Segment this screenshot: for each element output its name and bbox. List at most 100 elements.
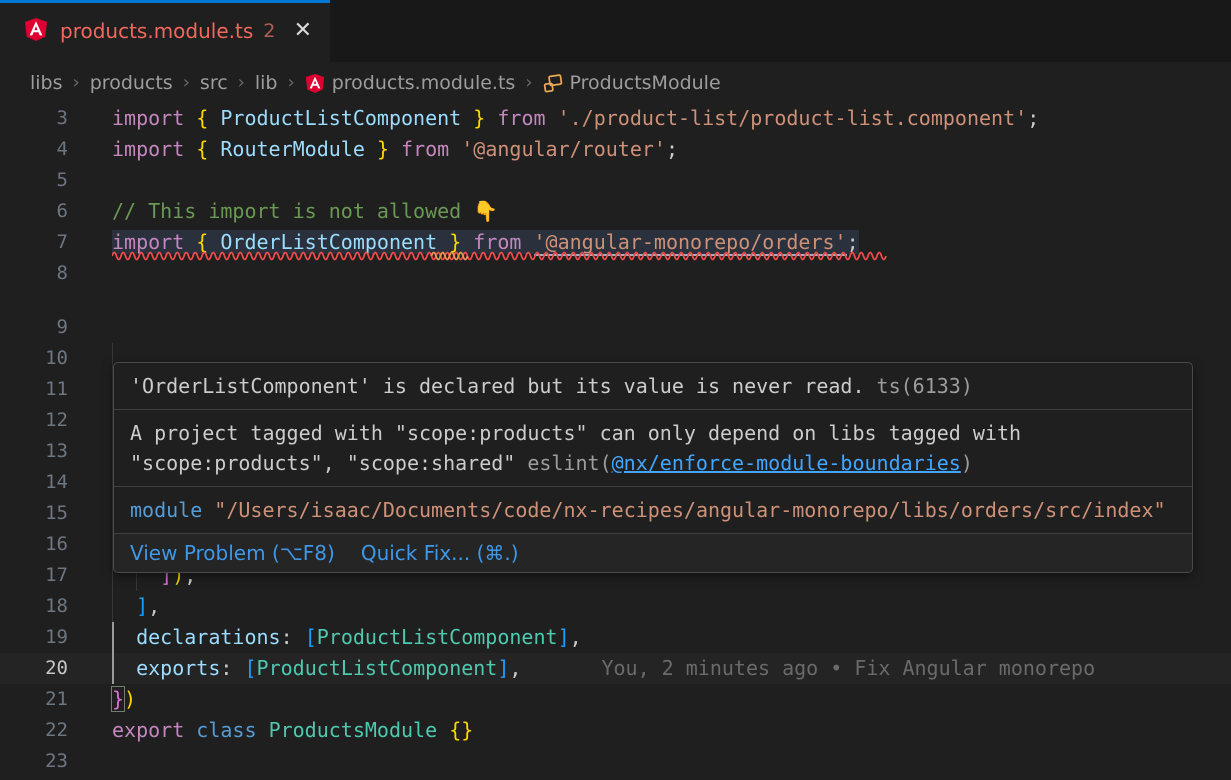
hover-text: ) (961, 451, 973, 475)
hover-text: module (130, 498, 202, 522)
code-line-20: 20 exports: [ProductListComponent],You, … (0, 653, 1231, 684)
quick-fix-link[interactable]: Quick Fix... (⌘.) (361, 541, 519, 565)
gutter-decorations (68, 467, 112, 498)
breadcrumb-item-lib[interactable]: lib (255, 72, 278, 94)
chevron-right-icon: › (73, 72, 80, 93)
indent-guide (112, 591, 113, 622)
gutter-decorations (68, 258, 112, 289)
active-indent-guide (112, 653, 114, 684)
close-icon[interactable]: ✕ (294, 20, 312, 42)
line-number: 7 (0, 227, 68, 258)
line-number: 13 (0, 436, 68, 467)
code-line-6: 6 // This import is not allowed 👇 (0, 196, 1231, 227)
line-number: 10 (0, 343, 68, 374)
hover-section-ts-diagnostic: 'OrderListComponent' is declared but its… (114, 363, 1192, 410)
view-problem-link[interactable]: View Problem (⌥F8) (130, 541, 335, 565)
breadcrumb-item-src[interactable]: src (200, 72, 228, 94)
line-number: 22 (0, 715, 68, 746)
breadcrumb-item-file[interactable]: products.module.ts (305, 72, 516, 94)
chevron-right-icon: › (183, 72, 190, 93)
line-number: 9 (0, 312, 68, 343)
code-line-7-content[interactable]: import { OrderListComponent } from '@ang… (112, 227, 1231, 258)
code-line-21-content[interactable]: }) (112, 684, 1231, 715)
line-number: 3 (0, 103, 68, 134)
line-number: 18 (0, 591, 68, 622)
gutter-decorations (68, 436, 112, 467)
gutter-decorations (68, 343, 112, 374)
gutter-decorations (68, 165, 112, 196)
chevron-right-icon: › (238, 72, 245, 93)
chevron-right-icon: › (288, 72, 295, 93)
code-line-22-content[interactable]: export class ProductsModule {} (112, 715, 1231, 746)
hover-text: ts(6133) (865, 374, 973, 398)
code-line-6-content[interactable]: // This import is not allowed 👇 (112, 196, 1231, 227)
git-blame-annotation: You, 2 minutes ago • Fix Angular monorep… (601, 656, 1095, 680)
hover-tooltip: 'OrderListComponent' is declared but its… (113, 362, 1193, 573)
code-line-7: 7 import { OrderListComponent } from '@an… (0, 227, 1231, 258)
code-line-19-content[interactable]: declarations: [ProductListComponent], (112, 622, 1231, 653)
line-number: 8 (0, 258, 68, 289)
gutter-decorations (68, 312, 112, 343)
tab-products-module[interactable]: products.module.ts 2 ✕ (0, 0, 330, 62)
code-line-3: 3 import { ProductListComponent } from '.… (0, 103, 1231, 134)
code-line-8-content[interactable] (112, 258, 1231, 289)
gutter-decorations (68, 591, 112, 622)
gutter-decorations (68, 103, 112, 134)
line-number: 12 (0, 405, 68, 436)
code-line-9-content[interactable] (112, 312, 1231, 343)
code-line-5: 5 (0, 165, 1231, 196)
hover-text: "/Users/isaac/Documents/code/nx-recipes/… (214, 498, 1165, 522)
chevron-right-icon: › (525, 72, 532, 93)
eslint-rule-link[interactable]: @nx/enforce-module-boundaries (612, 451, 961, 475)
class-icon (543, 73, 563, 93)
code-line-9: 9 (0, 312, 1231, 343)
gutter-decorations (68, 746, 112, 777)
angular-icon (305, 73, 325, 93)
line-number: 11 (0, 374, 68, 405)
gutter-decorations (68, 227, 112, 258)
code-line-23-content[interactable] (112, 746, 1231, 777)
code-line-5-content[interactable] (112, 165, 1231, 196)
line-number: 14 (0, 467, 68, 498)
breadcrumb-item-products[interactable]: products (90, 72, 173, 94)
code-line-18: 18 ], (0, 591, 1231, 622)
hover-text: 'OrderListComponent' is declared but its… (130, 374, 865, 398)
gutter-decorations (68, 715, 112, 746)
hover-text (202, 498, 214, 522)
code-line-22: 22 export class ProductsModule {} (0, 715, 1231, 746)
hover-section-eslint-diagnostic: A project tagged with "scope:products" c… (114, 410, 1192, 487)
line-number: 6 (0, 196, 68, 227)
line-number: 15 (0, 498, 68, 529)
gutter-decorations (68, 653, 112, 684)
code-line-3-content[interactable]: import { ProductListComponent } from './… (112, 103, 1231, 134)
tab-bar: products.module.ts 2 ✕ (0, 0, 1231, 62)
code-line-4-content[interactable]: import { RouterModule } from '@angular/r… (112, 134, 1231, 165)
hover-sections: 'OrderListComponent' is declared but its… (114, 363, 1192, 534)
gutter-decorations (68, 374, 112, 405)
active-indent-guide (112, 622, 114, 653)
code-line-18-content[interactable]: ], (112, 591, 1231, 622)
tab-problems-badge: 2 (263, 20, 275, 42)
line-number: 5 (0, 165, 68, 196)
gutter-decorations (68, 134, 112, 165)
code-line-8: 8 (0, 258, 1231, 289)
code-line-4: 4 import { RouterModule } from '@angular/… (0, 134, 1231, 165)
gutter-decorations (68, 498, 112, 529)
gutter-decorations (68, 622, 112, 653)
hover-section-module-path: module "/Users/isaac/Documents/code/nx-r… (114, 487, 1192, 534)
line-number: 17 (0, 560, 68, 591)
active-tab-indicator (0, 0, 330, 3)
code-editor[interactable]: 3 import { ProductListComponent } from '.… (0, 103, 1231, 780)
hover-status-bar: View Problem (⌥F8) Quick Fix... (⌘.) (114, 534, 1192, 572)
gutter-decorations (68, 684, 112, 715)
code-line-20-content[interactable]: exports: [ProductListComponent],You, 2 m… (112, 653, 1231, 684)
code-line-23: 23 (0, 746, 1231, 777)
breadcrumb: libs › products › src › lib › products.m… (0, 62, 1231, 103)
breadcrumb-item-libs[interactable]: libs (30, 72, 63, 94)
line-number: 4 (0, 134, 68, 165)
gutter-decorations (68, 529, 112, 560)
angular-icon (24, 17, 48, 45)
breadcrumb-item-symbol[interactable]: ProductsModule (543, 72, 721, 94)
tab-title: products.module.ts (60, 19, 253, 43)
line-number: 19 (0, 622, 68, 653)
